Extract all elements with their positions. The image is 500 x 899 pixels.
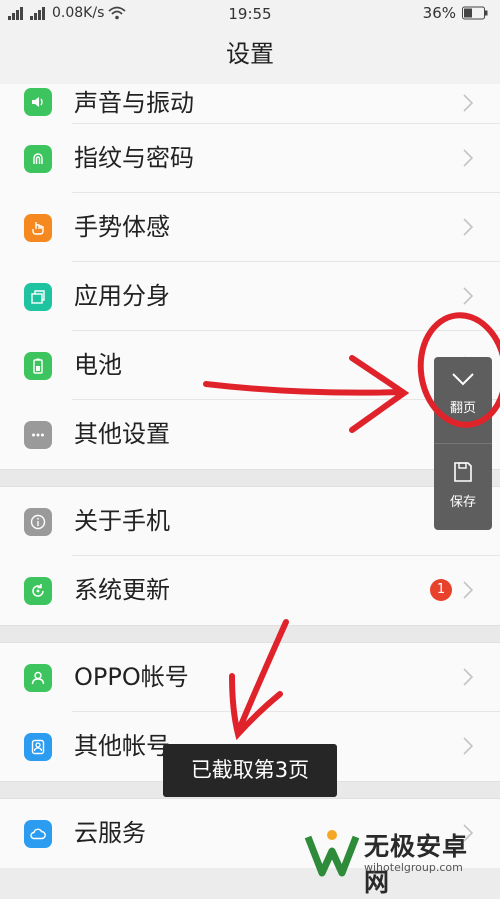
- settings-group-1: 声音与振动 指纹与密码 手势体感 应用分身 电池 其他设置: [0, 84, 500, 469]
- chevron-right-icon: [463, 94, 474, 112]
- chevron-right-icon: [463, 581, 474, 599]
- settings-item-other-settings[interactable]: 其他设置: [0, 400, 500, 469]
- user-icon: [24, 664, 52, 692]
- settings-item-gesture[interactable]: 手势体感: [0, 193, 500, 262]
- status-bar: 0.08K/s 19:55 36%: [0, 0, 500, 28]
- panel-divider: [434, 443, 492, 444]
- watermark: 无极安卓网 wjhotelgroup.com: [302, 821, 492, 897]
- chevron-right-icon: [463, 287, 474, 305]
- info-icon: [24, 508, 52, 536]
- settings-item-label: 其他设置: [74, 420, 170, 448]
- watermark-url: wjhotelgroup.com: [364, 861, 463, 874]
- battery-percent: 36%: [422, 4, 456, 22]
- settings-group-2: 关于手机 系统更新 1: [0, 487, 500, 625]
- settings-item-label: 声音与振动: [74, 89, 194, 117]
- settings-item-label: 手势体感: [74, 213, 170, 241]
- settings-item-label: 指纹与密码: [74, 144, 194, 172]
- gesture-hand-icon: [24, 214, 52, 242]
- update-count-badge: 1: [430, 579, 452, 601]
- settings-item-label: 系统更新: [74, 576, 170, 604]
- save-button[interactable]: 保存: [434, 461, 492, 510]
- toast-message: 已截取第3页: [163, 744, 337, 797]
- save-label: 保存: [449, 495, 476, 510]
- user-outline-icon: [24, 733, 52, 761]
- cloud-icon: [24, 820, 52, 848]
- chevron-right-icon: [463, 737, 474, 755]
- chevron-down-icon: [452, 373, 474, 386]
- save-icon: [454, 462, 472, 482]
- group-separator: [0, 625, 500, 643]
- settings-item-fingerprint[interactable]: 指纹与密码: [0, 124, 500, 193]
- more-dots-icon: [24, 421, 52, 449]
- battery-status-icon: [462, 6, 488, 20]
- watermark-logo-icon: [304, 830, 360, 877]
- status-right: 36%: [423, 4, 488, 22]
- update-icon: [24, 577, 52, 605]
- settings-item-system-update[interactable]: 系统更新 1: [0, 556, 500, 625]
- settings-item-label: 应用分身: [74, 282, 170, 310]
- page-scroll-label: 翻页: [449, 401, 476, 416]
- settings-item-app-clone[interactable]: 应用分身: [0, 262, 500, 331]
- chevron-right-icon: [463, 149, 474, 167]
- settings-item-sound[interactable]: 声音与振动: [0, 84, 500, 124]
- settings-item-label: 电池: [74, 351, 122, 379]
- speaker-icon: [24, 88, 52, 116]
- settings-item-label: OPPO帐号: [74, 663, 189, 691]
- fingerprint-icon: [24, 145, 52, 173]
- battery-icon: [24, 352, 52, 380]
- chevron-right-icon: [463, 668, 474, 686]
- long-screenshot-panel: 翻页 保存: [434, 357, 492, 530]
- app-clone-icon: [24, 283, 52, 311]
- settings-item-about-phone[interactable]: 关于手机: [0, 487, 500, 556]
- page-scroll-button[interactable]: 翻页: [434, 371, 492, 416]
- settings-item-label: 其他帐号: [74, 732, 170, 760]
- settings-item-oppo-account[interactable]: OPPO帐号: [0, 643, 500, 712]
- page-title: 设置: [0, 28, 500, 85]
- settings-item-label: 云服务: [74, 819, 146, 847]
- group-separator: [0, 469, 500, 487]
- settings-item-label: 关于手机: [74, 507, 170, 535]
- settings-item-battery[interactable]: 电池: [0, 331, 500, 400]
- chevron-right-icon: [463, 218, 474, 236]
